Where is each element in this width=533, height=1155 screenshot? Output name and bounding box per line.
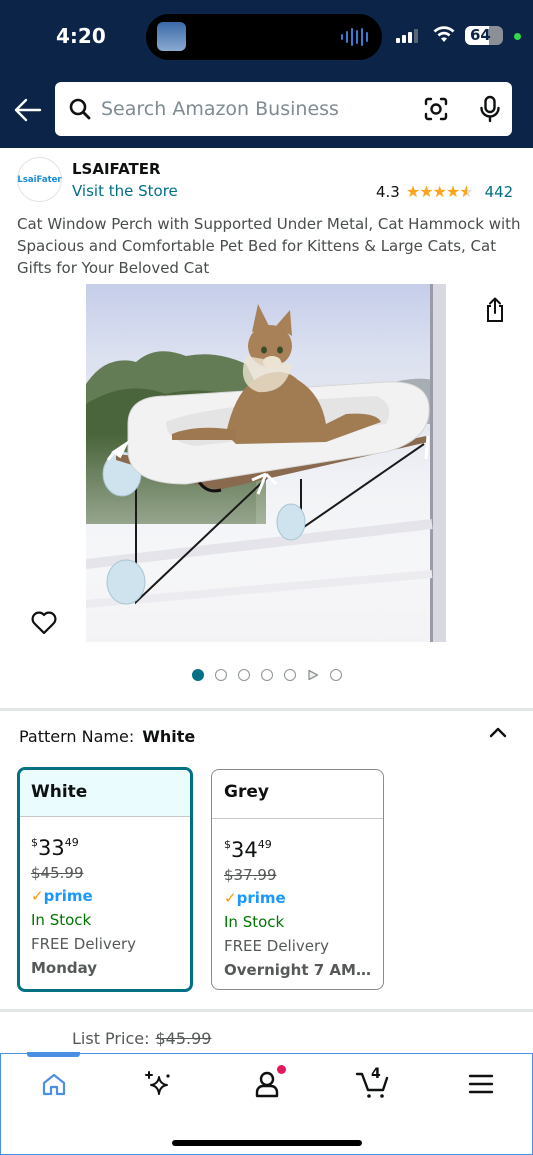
notification-dot xyxy=(277,1065,286,1074)
list-price-strikethrough: $45.99 xyxy=(31,864,84,882)
share-icon[interactable] xyxy=(483,297,507,323)
battery-level: 64 xyxy=(470,26,491,44)
nav-home[interactable] xyxy=(34,1066,74,1102)
section-divider xyxy=(0,1009,533,1012)
chevron-up-icon[interactable] xyxy=(488,724,508,740)
section-divider xyxy=(0,708,533,711)
wishlist-heart-icon[interactable] xyxy=(30,610,58,636)
carousel-dot[interactable] xyxy=(191,669,204,681)
status-time: 4:20 xyxy=(56,24,106,48)
active-tab-indicator xyxy=(27,1052,80,1057)
pattern-option-white[interactable]: White $3349 $45.99 ✓prime In Stock FREE … xyxy=(17,767,193,992)
product-image-illustration xyxy=(86,284,446,642)
pattern-option-grey[interactable]: Grey $3449 $37.99 ✓prime In Stock FREE D… xyxy=(211,769,384,990)
account-icon xyxy=(255,1071,279,1098)
bottom-navigation: 4 xyxy=(0,1052,533,1155)
home-icon xyxy=(42,1073,66,1096)
price: $3349 xyxy=(31,836,79,860)
rating-value: 4.3 xyxy=(376,182,400,201)
delivery-date: Monday xyxy=(31,959,98,977)
carousel-dot[interactable] xyxy=(214,669,227,681)
product-title: Cat Window Perch with Supported Under Me… xyxy=(17,215,521,277)
delivery-info: FREE Delivery xyxy=(224,937,330,955)
delivery-info: FREE Delivery xyxy=(31,935,137,953)
pattern-option-name: White xyxy=(20,770,190,817)
stock-status: In Stock xyxy=(31,911,92,929)
search-icon[interactable] xyxy=(68,97,92,121)
rating-summary[interactable]: 4.3 ★★★★★ ★ 442 xyxy=(376,182,513,201)
pattern-label: Pattern Name: xyxy=(19,727,135,746)
product-image[interactable] xyxy=(86,284,446,642)
dynamic-island[interactable] xyxy=(146,14,382,60)
audio-waveform-icon xyxy=(341,28,368,46)
pattern-selected-value: White xyxy=(142,727,196,746)
nav-menu[interactable] xyxy=(461,1066,501,1102)
nav-cart[interactable]: 4 xyxy=(353,1066,393,1102)
search-bar xyxy=(55,82,512,136)
now-playing-artwork-icon xyxy=(157,22,186,51)
carousel-video-indicator-icon[interactable] xyxy=(307,669,319,681)
prime-badge: ✓prime xyxy=(31,887,93,905)
brand-name: LSAIFATER xyxy=(72,160,161,178)
camera-lens-icon[interactable] xyxy=(423,96,449,122)
list-price-label: List Price: xyxy=(72,1029,150,1048)
brand-logo[interactable]: LsaiFater xyxy=(17,157,62,202)
price: $3449 xyxy=(224,838,272,862)
sparkle-icon xyxy=(145,1071,170,1095)
list-price-row: List Price: $45.99 xyxy=(72,1029,211,1048)
app-header: 4:20 64 xyxy=(0,0,533,148)
hamburger-menu-icon xyxy=(468,1074,494,1094)
prime-check-icon: ✓ xyxy=(31,887,44,905)
search-input[interactable] xyxy=(101,82,411,136)
cart-count: 4 xyxy=(371,1066,381,1082)
prime-badge: ✓prime xyxy=(224,889,286,907)
home-indicator[interactable] xyxy=(172,1140,362,1146)
carousel-dot[interactable] xyxy=(283,669,296,681)
image-carousel-indicators xyxy=(0,669,533,681)
nav-ai-assistant[interactable] xyxy=(139,1066,179,1102)
visit-store-link[interactable]: Visit the Store xyxy=(72,182,178,200)
stock-status: In Stock xyxy=(224,913,285,931)
privacy-indicator-dot xyxy=(514,33,521,40)
carousel-dot[interactable] xyxy=(237,669,250,681)
list-price-value: $45.99 xyxy=(155,1029,212,1048)
microphone-icon[interactable] xyxy=(478,95,502,123)
back-arrow-icon[interactable] xyxy=(12,94,44,126)
pattern-option-name: Grey xyxy=(212,770,383,819)
list-price-strikethrough: $37.99 xyxy=(224,866,277,884)
star-rating-icon: ★★★★★ ★ xyxy=(405,182,474,201)
carousel-dot[interactable] xyxy=(260,669,273,681)
cellular-signal-icon xyxy=(396,29,418,43)
brand-logo-text: LsaiFater xyxy=(17,174,62,185)
carousel-dot[interactable] xyxy=(329,669,342,681)
wifi-icon xyxy=(433,26,455,42)
delivery-date: Overnight 7 AM -… xyxy=(224,961,371,979)
prime-check-icon: ✓ xyxy=(224,889,237,907)
pattern-selection-label: Pattern Name: White xyxy=(19,727,195,746)
rating-count[interactable]: 442 xyxy=(485,183,514,201)
battery-indicator: 64 xyxy=(465,26,503,45)
